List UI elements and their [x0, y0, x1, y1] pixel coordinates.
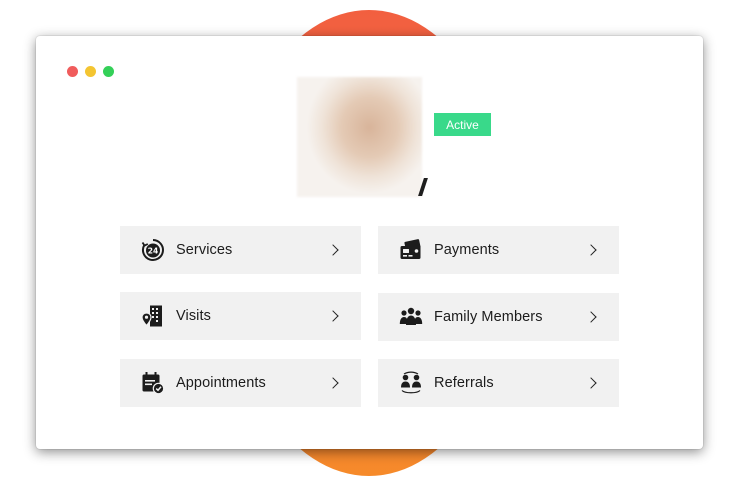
referral-users-icon	[399, 371, 423, 395]
clock-24-icon: 24	[141, 238, 165, 262]
chevron-right-icon	[585, 377, 597, 389]
svg-text:24: 24	[148, 246, 158, 255]
chevron-right-icon	[327, 310, 339, 322]
menu-card-label: Services	[176, 242, 233, 258]
menu-card-family-members[interactable]: Family Members	[378, 293, 619, 341]
wallet-card-icon	[399, 238, 423, 262]
menu-card-label: Visits	[176, 308, 211, 324]
menu-card-services[interactable]: 24 Services	[120, 226, 361, 274]
building-location-icon	[141, 304, 165, 328]
profile-avatar	[297, 77, 422, 197]
status-badge: Active	[434, 113, 491, 136]
app-window: Active 24 Services Payments Visits Famil…	[36, 36, 703, 449]
menu-card-label: Family Members	[434, 309, 543, 325]
window-controls	[67, 66, 114, 77]
menu-card-label: Referrals	[434, 375, 494, 391]
chevron-right-icon	[585, 244, 597, 256]
menu-card-label: Appointments	[176, 375, 266, 391]
menu-card-label: Payments	[434, 242, 500, 258]
menu-card-payments[interactable]: Payments	[378, 226, 619, 274]
minimize-window-button[interactable]	[85, 66, 96, 77]
chevron-right-icon	[327, 244, 339, 256]
close-window-button[interactable]	[67, 66, 78, 77]
menu-card-visits[interactable]: Visits	[120, 292, 361, 340]
chevron-right-icon	[327, 377, 339, 389]
menu-card-appointments[interactable]: Appointments	[120, 359, 361, 407]
family-icon	[399, 305, 423, 329]
maximize-window-button[interactable]	[103, 66, 114, 77]
menu-card-referrals[interactable]: Referrals	[378, 359, 619, 407]
calendar-check-icon	[141, 371, 165, 395]
chevron-right-icon	[585, 311, 597, 323]
